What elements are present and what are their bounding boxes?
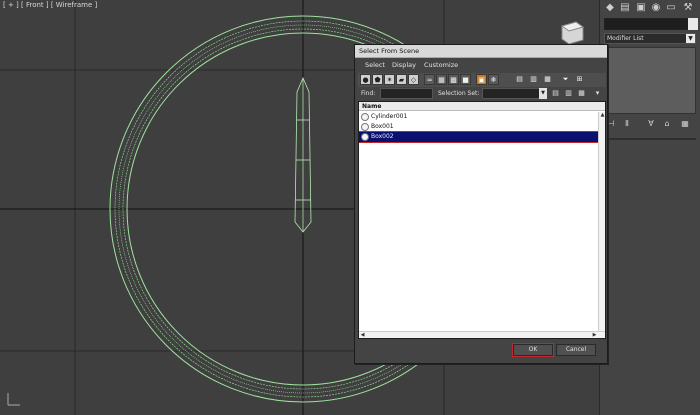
vertical-scrollbar[interactable]: ▲ ▼ xyxy=(598,112,605,338)
utilities-icon[interactable]: ⚒ xyxy=(682,2,694,14)
object-color-swatch[interactable] xyxy=(688,18,698,30)
app-window: [ + ] [ Front ] [ Wireframe ] ◆ ▤ ▣ ◉ ▭ … xyxy=(0,0,700,415)
list-item-cylinder001[interactable]: Cylinder001 xyxy=(359,112,599,122)
collapse-icon[interactable]: ▾ xyxy=(593,88,602,99)
display-geometry-icon[interactable]: ● xyxy=(360,74,371,85)
cancel-button[interactable]: Cancel xyxy=(556,344,596,356)
command-panel-tabs: ◆ ▤ ▣ ◉ ▭ ⚒ xyxy=(604,2,700,16)
list-item-box002[interactable]: Box002 xyxy=(359,131,600,143)
scroll-left-icon[interactable]: ◀ xyxy=(359,332,366,338)
panel-divider xyxy=(604,138,696,140)
display-spacewarps-icon[interactable]: ≈ xyxy=(424,74,435,85)
stack-toolbar: ⊣ Ⅱ ∀ ⌂ ▦ xyxy=(604,118,696,130)
select-all-icon[interactable]: ▤ xyxy=(514,74,525,85)
axis-tripod xyxy=(7,393,20,406)
object-name-field[interactable] xyxy=(604,18,694,30)
menu-select[interactable]: Select xyxy=(365,59,385,71)
find-bar: Find: Selection Set: ▼ ▤ ▥ ▦ ▾ xyxy=(358,88,606,100)
hierarchy-view-icon[interactable]: ⊞ xyxy=(574,74,585,85)
modifier-list-dropdown[interactable]: Modifier List ▼ xyxy=(604,33,696,44)
display-helpers-icon[interactable]: ◇ xyxy=(408,74,419,85)
selection-set-dropdown[interactable] xyxy=(482,88,544,99)
selection-set-label: Selection Set: xyxy=(438,90,480,97)
remove-modifier-icon[interactable]: ⌂ xyxy=(662,118,672,129)
filter-toolbar: ● ⬟ ✶ ▰ ◇ ≈ ▦ ▩ ■ ▣ ❄ ▤ ▥ ▦ ⏷ ⊞ xyxy=(358,73,606,87)
modify-icon[interactable]: ▤ xyxy=(619,2,631,14)
menu-customize[interactable]: Customize xyxy=(424,59,458,71)
display-xrefs-icon[interactable]: ▩ xyxy=(448,74,459,85)
select-from-scene-dialog: Select From Scene Select Display Customi… xyxy=(354,44,608,364)
display-lights-icon[interactable]: ✶ xyxy=(384,74,395,85)
dialog-menubar: Select Display Customize xyxy=(355,59,607,71)
list-item-box001[interactable]: Box001 xyxy=(359,122,599,132)
hierarchy-icon[interactable]: ▣ xyxy=(635,2,647,14)
menu-display[interactable]: Display xyxy=(392,59,416,71)
display-shapes-icon[interactable]: ⬟ xyxy=(372,74,383,85)
find-label: Find: xyxy=(361,90,376,97)
display-frozen-icon[interactable]: ❄ xyxy=(488,74,499,85)
create-icon[interactable]: ◆ xyxy=(604,2,616,14)
scroll-right-icon[interactable]: ▶ xyxy=(591,332,598,338)
scene-object-list[interactable]: Name Cylinder001 Box001 Box002 ▲ ▼ ◀ ▶ xyxy=(358,101,606,339)
list-item-label: Box001 xyxy=(371,123,394,130)
filter-icon[interactable]: ⏷ xyxy=(560,74,571,85)
select-invert-icon[interactable]: ▦ xyxy=(542,74,553,85)
name-column-header[interactable]: Name xyxy=(359,102,605,111)
ok-button[interactable]: OK xyxy=(512,343,554,357)
geometry-object-icon xyxy=(361,133,369,141)
selection-set-chevron-icon[interactable]: ▼ xyxy=(539,88,547,99)
scroll-up-icon[interactable]: ▲ xyxy=(599,112,605,119)
display-bones-icon[interactable]: ■ xyxy=(460,74,471,85)
geometry-object-icon xyxy=(361,123,369,131)
make-unique-icon[interactable]: ∀ xyxy=(646,118,656,129)
list-item-label: Box002 xyxy=(371,133,394,140)
modifier-stack[interactable] xyxy=(604,47,696,114)
horizontal-scrollbar[interactable]: ◀ ▶ xyxy=(359,331,605,338)
dialog-button-bar: OK Cancel xyxy=(355,341,607,363)
configure-modifier-sets-icon[interactable]: ▦ xyxy=(680,118,690,129)
chevron-down-icon[interactable]: ▼ xyxy=(686,34,695,43)
create-selection-set-icon[interactable]: ▤ xyxy=(551,88,560,99)
find-input[interactable] xyxy=(380,88,433,99)
display-cameras-icon[interactable]: ▰ xyxy=(396,74,407,85)
list-item-label: Cylinder001 xyxy=(371,113,408,120)
display-icon[interactable]: ▭ xyxy=(665,2,677,14)
display-containers-icon[interactable]: ▣ xyxy=(476,74,487,85)
geometry-object-icon xyxy=(361,113,369,121)
motion-icon[interactable]: ◉ xyxy=(650,2,662,14)
show-end-result-icon[interactable]: Ⅱ xyxy=(622,118,632,129)
viewport-label[interactable]: [ + ] [ Front ] [ Wireframe ] xyxy=(3,1,97,9)
select-none-icon[interactable]: ▥ xyxy=(528,74,539,85)
edit-selection-set-icon[interactable]: ▥ xyxy=(564,88,573,99)
remove-selection-set-icon[interactable]: ▦ xyxy=(577,88,586,99)
display-groups-icon[interactable]: ▦ xyxy=(436,74,447,85)
dialog-title[interactable]: Select From Scene xyxy=(355,45,607,58)
viewcube[interactable] xyxy=(560,21,585,45)
modifier-list-label: Modifier List xyxy=(607,35,644,42)
